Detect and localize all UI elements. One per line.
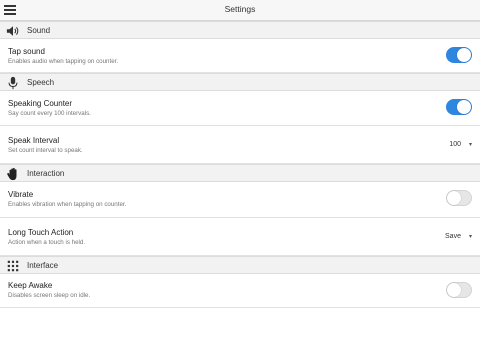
hand-icon [7,167,17,181]
section-label: Interface [27,261,59,270]
row-description: Set count interval to speak. [8,147,83,154]
row-speaking-counter: Speaking Counter Say count every 100 int… [0,91,480,126]
chevron-down-icon: ▾ [468,234,472,240]
tap-sound-toggle[interactable] [446,47,472,63]
section-label: Sound [27,26,51,35]
section-label: Speech [27,78,55,87]
row-long-touch-action: Long Touch Action Action when a touch is… [0,218,480,256]
row-title: Keep Awake [8,281,53,290]
row-tap-sound: Tap sound Enables audio when tapping on … [0,39,480,73]
row-description: Enables vibration when tapping on counte… [8,201,127,208]
select-value: Save [445,233,461,240]
long-touch-action-select[interactable]: Save ▾ [445,233,472,240]
grid-icon [7,260,19,272]
vibrate-toggle[interactable] [446,190,472,206]
row-description: Action when a touch is held. [8,239,86,246]
row-vibrate: Vibrate Enables vibration when tapping o… [0,182,480,218]
row-keep-awake: Keep Awake Disables screen sleep on idle… [0,274,480,308]
section-interface: Interface [0,256,480,274]
keep-awake-toggle[interactable] [446,282,472,298]
section-sound: Sound [0,21,480,39]
row-title: Speaking Counter [8,99,73,108]
section-label: Interaction [27,169,65,178]
row-description: Say count every 100 intervals. [8,110,91,117]
section-speech: Speech [0,73,480,91]
row-description: Enables audio when tapping on counter. [8,58,119,65]
speaker-icon [6,26,19,36]
row-title: Vibrate [8,190,34,199]
app-header: Settings [0,0,480,21]
speak-interval-select[interactable]: 100 ▾ [449,141,472,148]
row-title: Speak Interval [8,136,60,145]
select-value: 100 [449,141,461,148]
speaking-counter-toggle[interactable] [446,99,472,115]
row-description: Disables screen sleep on idle. [8,292,91,299]
row-speak-interval: Speak Interval Set count interval to spe… [0,126,480,164]
page-title: Settings [224,4,256,14]
microphone-icon [8,76,18,90]
row-title: Long Touch Action [8,228,74,237]
row-title: Tap sound [8,47,45,56]
section-interaction: Interaction [0,164,480,182]
chevron-down-icon: ▾ [468,142,472,148]
